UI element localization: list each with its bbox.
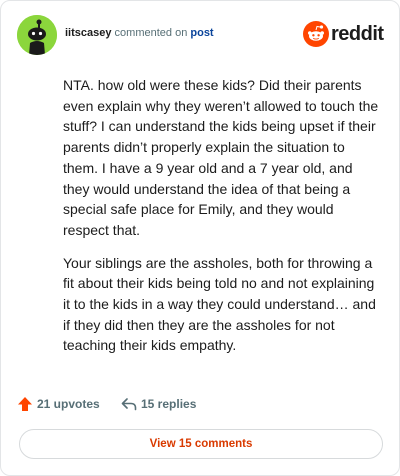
view-comments-button[interactable]: View 15 comments [19, 429, 383, 459]
reply-count: 15 replies [141, 397, 197, 411]
username-link[interactable]: iitscasey [65, 27, 111, 39]
comment-header: iitscasey commented on post reddit [17, 15, 384, 55]
comment-meta: iitscasey commented on post [65, 27, 214, 39]
post-link[interactable]: post [190, 27, 213, 39]
snoo-avatar-icon[interactable] [17, 15, 57, 55]
reddit-wordmark: reddit [331, 23, 384, 45]
upvote-arrow-icon [18, 397, 32, 411]
comment-card: iitscasey commented on post reddit NTA. … [0, 0, 400, 476]
comment-body: NTA. how old were these kids? Did their … [63, 75, 381, 368]
comment-paragraph: Your siblings are the assholes, both for… [63, 254, 376, 354]
reply-arrow-icon [121, 398, 137, 411]
comment-actions: 21 upvotes 15 replies [17, 393, 377, 415]
upvote-button[interactable]: 21 upvotes [17, 393, 100, 415]
comment-paragraph: NTA. how old were these kids? Did their … [63, 77, 379, 238]
action-text: commented on [114, 27, 188, 39]
reddit-logo[interactable]: reddit [303, 21, 384, 49]
upvote-count: 21 upvotes [37, 397, 100, 411]
reddit-alien-icon [303, 21, 329, 47]
replies-button[interactable]: 15 replies [121, 393, 196, 415]
